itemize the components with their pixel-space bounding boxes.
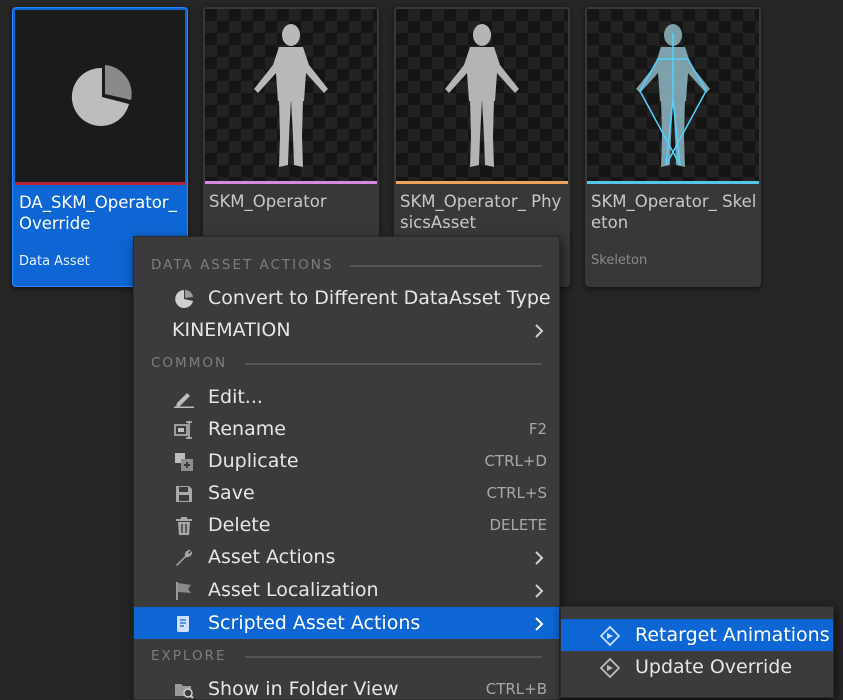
menu-item-show-in-folder-view[interactable]: Show in Folder View CTRL+B <box>134 673 559 700</box>
shortcut-label: CTRL+S <box>486 484 547 502</box>
shortcut-label: CTRL+B <box>485 680 547 698</box>
asset-name: SKM_Operator_ PhysicsAsset <box>400 192 562 232</box>
menu-item-label: KINEMATION <box>172 319 291 341</box>
asset-name: DA_SKM_Operator_ Override <box>19 193 177 233</box>
context-menu: DATA ASSET ACTIONS Convert to Different … <box>133 236 560 700</box>
shortcut-label: F2 <box>528 420 547 438</box>
chevron-right-icon <box>535 551 544 565</box>
rename-icon <box>174 421 192 439</box>
asset-type-label: Skeleton <box>591 253 648 268</box>
blueprint-function-icon <box>600 626 620 646</box>
menu-item-label: Asset Localization <box>208 579 379 601</box>
section-data-asset-actions: DATA ASSET ACTIONS <box>134 255 559 275</box>
menu-item-label: Duplicate <box>208 450 299 472</box>
script-icon <box>177 616 189 632</box>
shortcut-label: CTRL+D <box>484 452 547 470</box>
menu-item-label: Rename <box>208 418 286 440</box>
duplicate-icon <box>175 453 193 471</box>
menu-item-rename[interactable]: Rename F2 <box>134 413 559 445</box>
menu-item-label: Retarget Animations <box>635 624 830 646</box>
wrench-icon <box>176 549 193 566</box>
asset-type-stripe <box>15 182 185 185</box>
menu-item-scripted-asset-actions[interactable]: Scripted Asset Actions <box>134 607 559 639</box>
section-divider <box>245 363 542 365</box>
menu-item-label: Update Override <box>635 656 793 678</box>
menu-item-convert-dataasset-type[interactable]: Convert to Different DataAsset Type <box>134 282 559 314</box>
shortcut-label: DELETE <box>489 516 547 534</box>
chevron-right-icon <box>535 324 544 338</box>
menu-item-label: Save <box>208 482 255 504</box>
section-common: COMMON <box>134 353 559 373</box>
chevron-right-icon <box>535 617 544 631</box>
scripted-asset-actions-submenu: Retarget Animations Update Override <box>560 606 834 698</box>
asset-type-stripe <box>587 181 759 184</box>
menu-item-label: Scripted Asset Actions <box>208 612 421 634</box>
asset-thumbnail <box>396 9 568 181</box>
menu-item-edit[interactable]: Edit... <box>134 381 559 413</box>
pie-chart-icon <box>71 65 132 126</box>
asset-type-label: Data Asset <box>19 254 90 269</box>
section-title: DATA ASSET ACTIONS <box>151 257 334 273</box>
menu-item-duplicate[interactable]: Duplicate CTRL+D <box>134 445 559 477</box>
menu-item-retarget-animations[interactable]: Retarget Animations <box>561 619 833 651</box>
pencil-icon <box>174 393 194 408</box>
chevron-right-icon <box>535 584 544 598</box>
skeletal-mesh-figure <box>254 24 328 167</box>
pie-chart-icon <box>175 289 193 308</box>
flag-icon <box>176 582 191 600</box>
physics-asset-figure <box>445 24 519 167</box>
blueprint-function-icon <box>600 658 620 678</box>
menu-item-label: Convert to Different DataAsset Type <box>208 287 551 309</box>
trash-icon <box>176 517 192 535</box>
skeleton-figure <box>636 24 710 167</box>
menu-item-kinemation[interactable]: KINEMATION <box>134 314 559 346</box>
asset-type-stripe <box>205 181 377 184</box>
section-divider <box>245 656 542 658</box>
menu-item-save[interactable]: Save CTRL+S <box>134 477 559 509</box>
asset-name: SKM_Operator <box>209 192 327 211</box>
menu-item-asset-localization[interactable]: Asset Localization <box>134 574 559 606</box>
section-explore: EXPLORE <box>134 646 559 666</box>
asset-thumbnail <box>15 10 185 182</box>
menu-item-label: Show in Folder View <box>208 678 399 700</box>
menu-item-asset-actions[interactable]: Asset Actions <box>134 541 559 573</box>
folder-search-icon <box>175 684 194 699</box>
asset-type-stripe <box>396 181 568 184</box>
asset-tile-skm-operator-skeleton[interactable]: SKM_Operator_ Skeleton Skeleton <box>585 7 761 287</box>
save-icon <box>176 486 192 502</box>
asset-thumbnail <box>587 9 759 181</box>
section-title: EXPLORE <box>151 648 227 664</box>
asset-thumbnail <box>205 9 377 181</box>
menu-item-label: Delete <box>208 514 271 536</box>
menu-item-delete[interactable]: Delete DELETE <box>134 509 559 541</box>
section-divider <box>350 265 542 267</box>
menu-item-update-override[interactable]: Update Override <box>561 651 833 683</box>
menu-item-label: Edit... <box>208 386 263 408</box>
asset-name: SKM_Operator_ Skeleton <box>591 192 757 232</box>
section-title: COMMON <box>151 355 228 371</box>
menu-item-label: Asset Actions <box>208 546 336 568</box>
